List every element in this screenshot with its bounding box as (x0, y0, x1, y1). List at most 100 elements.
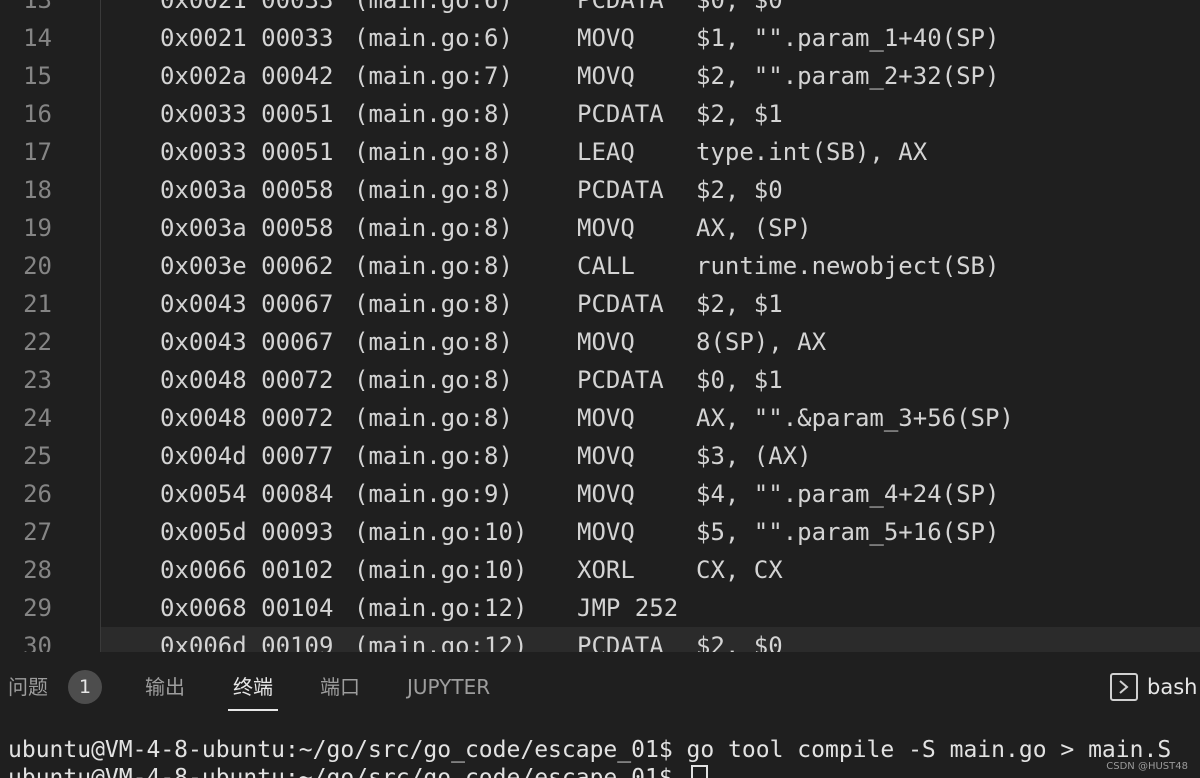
line-number: 30 (23, 632, 52, 652)
code-line[interactable]: 22 0x0043 00067 (main.go:8) MOVQ 8(SP), AX (0, 323, 1200, 361)
operands: $5, "".param_5+16(SP) (696, 518, 1000, 546)
terminal-output[interactable]: ubuntu@VM-4-8-ubuntu:~/go/src/go_code/es… (0, 720, 1200, 778)
code-line[interactable]: 15 0x002a 00042 (main.go:7) MOVQ $2, "".para… (0, 57, 1200, 95)
source-location: (main.go:8) (354, 328, 513, 356)
source-location: (main.go:8) (354, 366, 513, 394)
code-line[interactable]: 17 0x0033 00051 (main.go:8) LEAQ type.int(SB… (0, 133, 1200, 171)
instruction-address: 0x006d 00109 (160, 632, 334, 652)
code-line[interactable]: 14 0x0021 00033 (main.go:6) MOVQ $1, "".para… (0, 19, 1200, 57)
code-editor[interactable]: 13 0x0021 00033 (main.go:6) PCDATA $0, $0 14 0… (0, 0, 1200, 652)
instruction-address: 0x0043 00067 (160, 328, 334, 356)
source-location: (main.go:10) (354, 556, 528, 584)
shell-label: bash (1147, 675, 1198, 699)
operands: $2, $0 (696, 632, 783, 652)
code-line[interactable]: 13 0x0021 00033 (main.go:6) PCDATA $0, $0 (0, 0, 1200, 19)
opcode: MOVQ (577, 442, 635, 470)
operands: $2, $0 (696, 176, 783, 204)
source-location: (main.go:8) (354, 100, 513, 128)
code-line[interactable]: 28 0x0066 00102 (main.go:10) XORL CX, CX (0, 551, 1200, 589)
instruction-address: 0x0021 00033 (160, 24, 334, 52)
line-number: 26 (23, 480, 52, 508)
instruction-address: 0x002a 00042 (160, 62, 334, 90)
source-location: (main.go:8) (354, 404, 513, 432)
line-number: 15 (23, 62, 52, 90)
source-location: (main.go:8) (354, 176, 513, 204)
code-line[interactable]: 26 0x0054 00084 (main.go:9) MOVQ $4, "".para… (0, 475, 1200, 513)
line-number: 27 (23, 518, 52, 546)
operands: $2, $1 (696, 100, 783, 128)
tab-ports[interactable]: 端口 (320, 670, 360, 704)
instruction-address: 0x0048 00072 (160, 366, 334, 394)
opcode: XORL (577, 556, 635, 584)
opcode: MOVQ (577, 404, 635, 432)
code-line[interactable]: 19 0x003a 00058 (main.go:8) MOVQ AX, (SP) (0, 209, 1200, 247)
terminal-prompt: ubuntu@VM-4-8-ubuntu:~/go/src/go_code/es… (8, 765, 687, 778)
code-line[interactable]: 21 0x0043 00067 (main.go:8) PCDATA $2, $1 (0, 285, 1200, 323)
operands: $0, $1 (696, 366, 783, 394)
code-line[interactable]: 30 0x006d 00109 (main.go:12) PCDATA $2, $0 (0, 627, 1200, 652)
line-number: 22 (23, 328, 52, 356)
instruction-address: 0x005d 00093 (160, 518, 334, 546)
code-line[interactable]: 29 0x0068 00104 (main.go:12) JMP 252 (0, 589, 1200, 627)
opcode: PCDATA (577, 290, 664, 318)
operands: 8(SP), AX (696, 328, 827, 356)
operands: runtime.newobject(SB) (696, 252, 1000, 280)
instruction-address: 0x0033 00051 (160, 100, 334, 128)
tab-output[interactable]: 输出 (145, 670, 185, 704)
terminal-prompt-line: ubuntu@VM-4-8-ubuntu:~/go/src/go_code/es… (8, 760, 708, 778)
operands: $4, "".param_4+24(SP) (696, 480, 1000, 508)
panel-tab-bar: 问题 1 输出 终端 端口 JUPYTER bash (0, 652, 1200, 720)
tab-terminal[interactable]: 终端 (228, 670, 278, 711)
operands: type.int(SB), AX (696, 138, 928, 166)
source-location: (main.go:6) (354, 24, 513, 52)
tab-problems[interactable]: 问题 (8, 670, 48, 704)
line-number: 14 (23, 24, 52, 52)
instruction-address: 0x0066 00102 (160, 556, 334, 584)
opcode: MOVQ (577, 328, 635, 356)
code-line[interactable]: 18 0x003a 00058 (main.go:8) PCDATA $2, $0 (0, 171, 1200, 209)
operands: $2, $1 (696, 290, 783, 318)
opcode: MOVQ (577, 24, 635, 52)
opcode: PCDATA (577, 0, 664, 14)
line-number: 28 (23, 556, 52, 584)
code-line[interactable]: 20 0x003e 00062 (main.go:8) CALL runtime.new… (0, 247, 1200, 285)
operands: $3, (AX) (696, 442, 812, 470)
instruction-address: 0x0068 00104 (160, 594, 334, 622)
code-line[interactable]: 16 0x0033 00051 (main.go:8) PCDATA $2, $1 (0, 95, 1200, 133)
code-line[interactable]: 23 0x0048 00072 (main.go:8) PCDATA $0, $1 (0, 361, 1200, 399)
instruction-address: 0x003a 00058 (160, 176, 334, 204)
source-location: (main.go:9) (354, 480, 513, 508)
opcode: PCDATA (577, 632, 664, 652)
instruction-address: 0x0048 00072 (160, 404, 334, 432)
line-number: 19 (23, 214, 52, 242)
operands: AX, (SP) (696, 214, 812, 242)
opcode: LEAQ (577, 138, 635, 166)
operands: $1, "".param_1+40(SP) (696, 24, 1000, 52)
opcode: MOVQ (577, 480, 635, 508)
line-number: 13 (23, 0, 52, 14)
line-number: 24 (23, 404, 52, 432)
operands: AX, "".&param_3+56(SP) (696, 404, 1014, 432)
problems-count-badge: 1 (68, 670, 102, 704)
code-line[interactable]: 25 0x004d 00077 (main.go:8) MOVQ $3, (AX) (0, 437, 1200, 475)
code-line[interactable]: 27 0x005d 00093 (main.go:10) MOVQ $5, "".par… (0, 513, 1200, 551)
line-number: 18 (23, 176, 52, 204)
opcode: MOVQ (577, 518, 635, 546)
tab-jupyter[interactable]: JUPYTER (407, 670, 490, 704)
line-number: 29 (23, 594, 52, 622)
source-location: (main.go:8) (354, 290, 513, 318)
source-location: (main.go:10) (354, 518, 528, 546)
opcode: CALL (577, 252, 635, 280)
line-number: 21 (23, 290, 52, 318)
instruction-address: 0x0033 00051 (160, 138, 334, 166)
opcode: PCDATA (577, 100, 664, 128)
source-location: (main.go:8) (354, 252, 513, 280)
line-number: 20 (23, 252, 52, 280)
source-location: (main.go:8) (354, 214, 513, 242)
opcode: JMP 252 (577, 594, 679, 622)
source-location: (main.go:6) (354, 0, 513, 14)
watermark: CSDN @HUST48 (1106, 761, 1188, 772)
line-number: 16 (23, 100, 52, 128)
line-number: 23 (23, 366, 52, 394)
code-line[interactable]: 24 0x0048 00072 (main.go:8) MOVQ AX, "".&par… (0, 399, 1200, 437)
